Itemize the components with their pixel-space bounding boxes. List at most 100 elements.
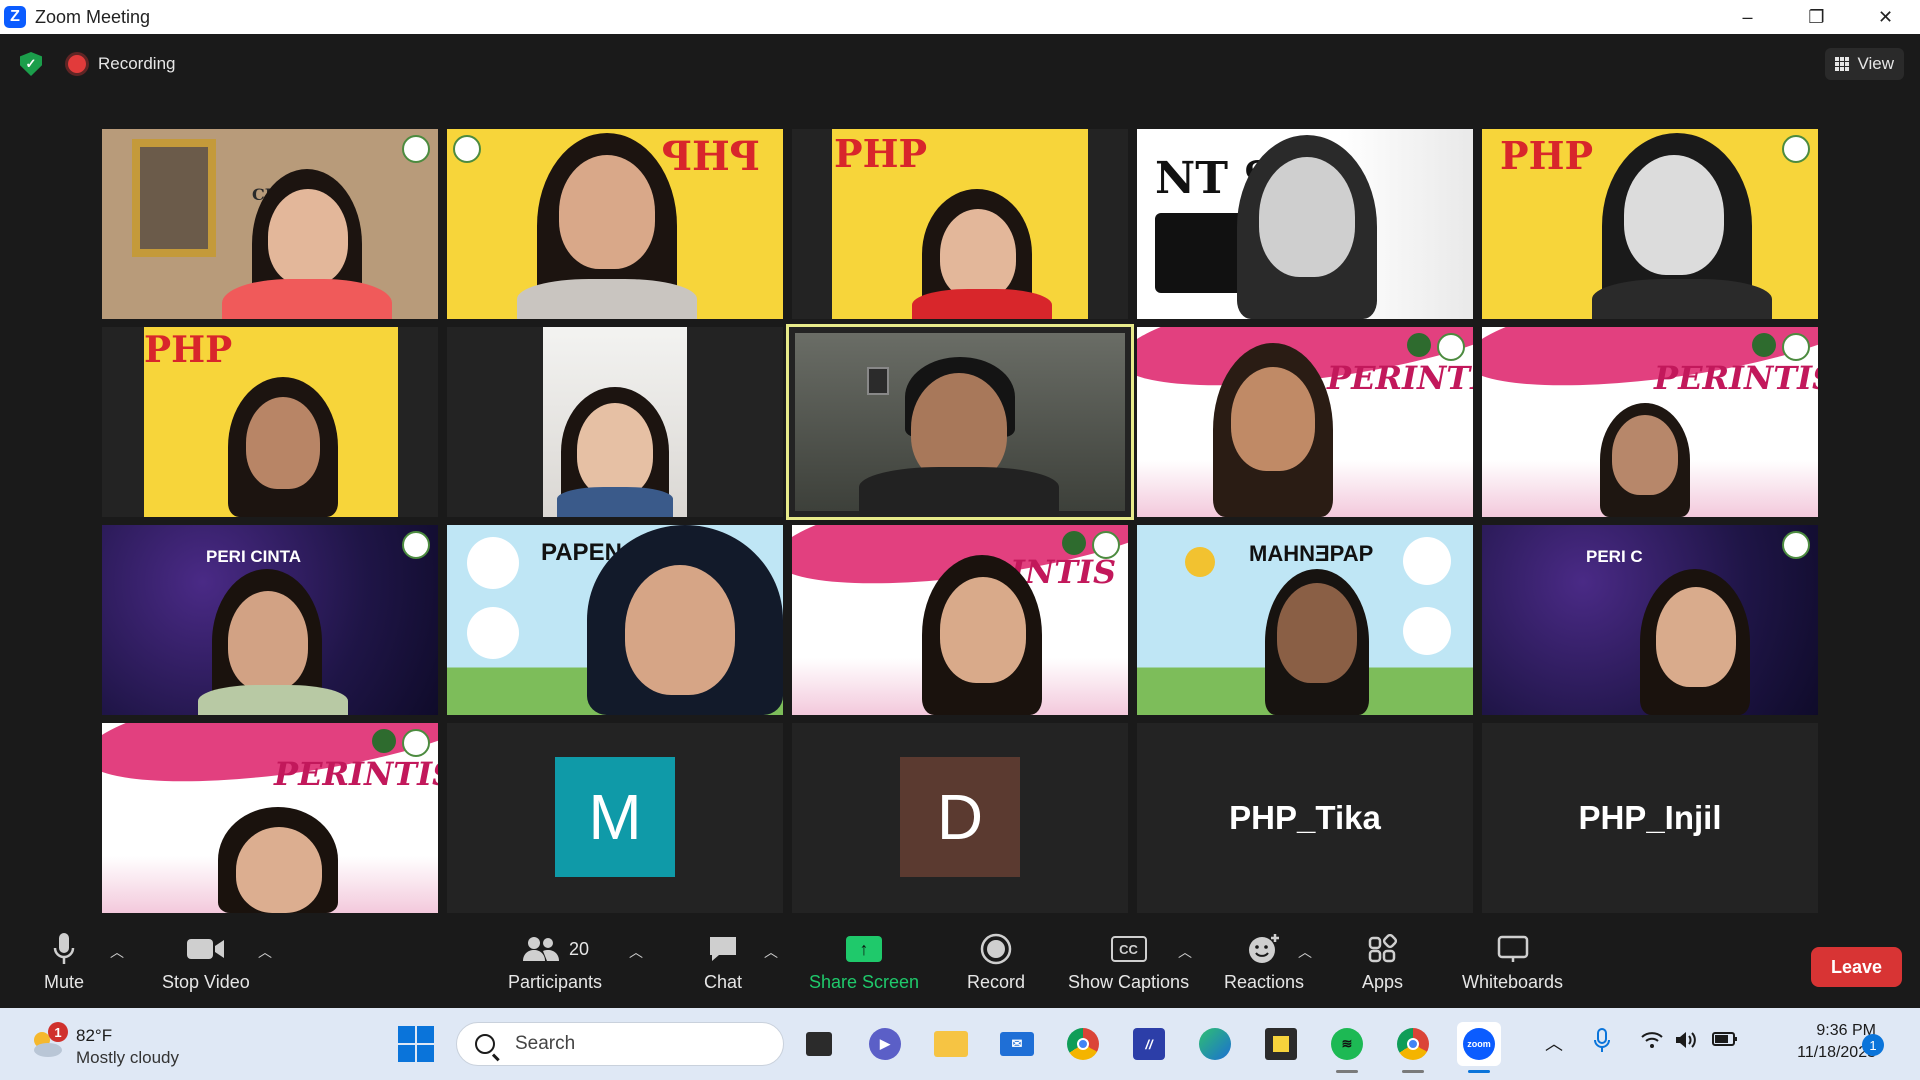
chat-options-chevron-up-icon[interactable]: ︿ [764, 942, 778, 962]
share-screen-button[interactable]: ↑ Share Screen [809, 930, 919, 993]
temperature: 82°F [76, 1026, 113, 1045]
taskbar-clock[interactable]: 9:36 PM 11/18/2023 [1752, 1020, 1876, 1064]
teams-chat-icon[interactable]: ▶ [863, 1022, 907, 1066]
video-tile[interactable]: PHP [102, 327, 438, 517]
candidate-photo [1403, 607, 1451, 655]
participant-face [1277, 583, 1357, 683]
recording-label: Recording [98, 54, 176, 73]
participant-avatar: D [900, 757, 1020, 877]
slide-title: PERINTIS [1654, 359, 1818, 397]
chat-bubble-icon [707, 930, 739, 968]
chevron-up-icon[interactable]: ︿ [1545, 1030, 1563, 1056]
video-off-tile[interactable]: D [792, 723, 1128, 913]
video-tile[interactable]: PERINTIS [1137, 327, 1473, 517]
candidate-photo [467, 537, 519, 589]
video-tile[interactable]: NT S [1137, 129, 1473, 319]
show-captions-button[interactable]: CC Show Captions [1068, 930, 1189, 993]
microphone-tray-icon[interactable] [1594, 1028, 1610, 1059]
active-indicator [1468, 1070, 1490, 1073]
participant-avatar: M [555, 757, 675, 877]
reactions-button[interactable]: Reactions [1224, 930, 1304, 993]
video-tile[interactable]: PERI C [1482, 525, 1818, 715]
video-tile[interactable] [447, 327, 783, 517]
participant-face [940, 209, 1016, 299]
participant-face [236, 827, 322, 913]
video-tile[interactable]: PAPEN [447, 525, 783, 715]
recording-indicator[interactable]: Recording [68, 54, 176, 74]
participant-body [198, 685, 348, 715]
restore-button[interactable]: ❐ [1782, 0, 1851, 34]
windows-taskbar: 1 82°F Mostly cloudy Search ▶ ✉ // ≋ zoo… [0, 1008, 1920, 1080]
record-button[interactable]: Record [967, 930, 1025, 993]
video-options-chevron-up-icon[interactable]: ︿ [258, 942, 272, 962]
logo-badge-icon [1437, 333, 1465, 361]
video-tile[interactable]: PHP [1482, 129, 1818, 319]
close-button[interactable]: ✕ [1851, 0, 1920, 34]
video-off-tile[interactable]: PHP_Tika [1137, 723, 1473, 913]
spotify-icon[interactable]: ≋ [1325, 1022, 1369, 1066]
apps-icon [1368, 930, 1398, 968]
participant-name: PHP_Injil [1578, 799, 1722, 836]
video-tile[interactable]: PERI CINTA [102, 525, 438, 715]
edge-icon[interactable] [1193, 1022, 1237, 1066]
leave-button[interactable]: Leave [1811, 947, 1902, 987]
reactions-label: Reactions [1224, 972, 1305, 992]
logo-badge-icon [1062, 531, 1086, 555]
whiteboards-button[interactable]: Whiteboards [1462, 930, 1563, 993]
video-tile[interactable]: INTIS [792, 525, 1128, 715]
logo-badge-icon [402, 135, 430, 163]
slide-title: PERINTIS [1327, 359, 1473, 397]
slide-title: PHP [662, 133, 760, 180]
video-tile[interactable]: PHP [792, 129, 1128, 319]
zoom-app-icon[interactable]: zoom [1457, 1022, 1501, 1066]
active-speaker-tile[interactable] [786, 324, 1134, 520]
windows-start-icon[interactable] [398, 1026, 434, 1062]
chat-button[interactable]: Chat [704, 930, 742, 993]
task-view-icon[interactable] [797, 1022, 841, 1066]
taskbar-search-box[interactable]: Search [456, 1022, 784, 1066]
captions-options-chevron-up-icon[interactable]: ︿ [1178, 942, 1192, 962]
participant-face [1612, 415, 1678, 495]
stop-video-button[interactable]: Stop Video [162, 930, 250, 993]
smiley-plus-icon [1247, 930, 1281, 968]
candidate-photo [467, 607, 519, 659]
wifi-icon[interactable] [1640, 1030, 1664, 1055]
chrome-icon[interactable] [1061, 1022, 1105, 1066]
notification-badge[interactable]: 1 [1862, 1034, 1884, 1056]
azure-data-studio-icon[interactable]: // [1127, 1022, 1171, 1066]
participant-body [222, 279, 392, 319]
weather-alert-badge: 1 [48, 1022, 68, 1042]
video-tile[interactable]: PERINTIS [1482, 327, 1818, 517]
logo-badge-icon [402, 729, 430, 757]
meeting-top-strip: ✓ Recording View [0, 34, 1920, 94]
wall-frame [867, 367, 889, 395]
sticky-notes-icon[interactable] [1259, 1022, 1303, 1066]
video-tile[interactable]: MAHNƎPAP [1137, 525, 1473, 715]
audio-options-chevron-up-icon[interactable]: ︿ [110, 942, 124, 962]
video-tile[interactable]: PHP [447, 129, 783, 319]
video-off-tile[interactable]: M [447, 723, 783, 913]
video-tile[interactable]: CL TAG [102, 129, 438, 319]
slide-title: PHP [834, 131, 928, 176]
chrome-profile-icon[interactable] [1391, 1022, 1435, 1066]
reactions-options-chevron-up-icon[interactable]: ︿ [1298, 942, 1312, 962]
weather-widget[interactable]: 1 82°F Mostly cloudy [22, 1020, 192, 1070]
participant-face [940, 577, 1026, 683]
slide-title: PHP [1500, 133, 1594, 178]
participants-options-chevron-up-icon[interactable]: ︿ [629, 942, 643, 962]
mail-icon[interactable]: ✉ [995, 1022, 1039, 1066]
apps-button[interactable]: Apps [1362, 930, 1403, 993]
video-camera-icon [186, 930, 226, 968]
minimize-button[interactable]: – [1713, 0, 1782, 34]
logo-badge-icon [453, 135, 481, 163]
video-off-tile[interactable]: PHP_Injil [1482, 723, 1818, 913]
battery-icon[interactable] [1712, 1030, 1738, 1053]
video-tile[interactable]: PERINTIS [102, 723, 438, 913]
file-explorer-icon[interactable] [929, 1022, 973, 1066]
clock-date: 11/18/2023 [1797, 1044, 1876, 1061]
mute-button[interactable]: Mute [44, 930, 84, 993]
volume-icon[interactable] [1674, 1030, 1698, 1055]
view-button[interactable]: View [1825, 48, 1904, 80]
shield-check-icon[interactable]: ✓ [20, 52, 42, 76]
participants-button[interactable]: 20 Participants [508, 930, 602, 993]
